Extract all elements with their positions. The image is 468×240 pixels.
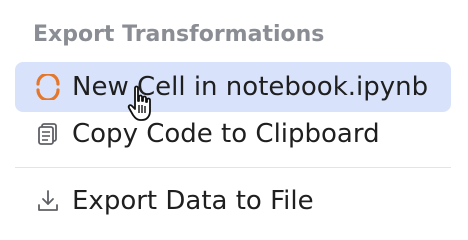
menu-item-label: Export Data to File bbox=[72, 186, 314, 216]
export-transformations-menu: Export Transformations New Cell in noteb… bbox=[0, 0, 468, 240]
hand-pointer-cursor-icon bbox=[126, 84, 160, 124]
menu-item-export-data[interactable]: Export Data to File bbox=[15, 176, 451, 226]
menu-item-new-cell[interactable]: New Cell in notebook.ipynb bbox=[15, 62, 451, 112]
download-icon bbox=[33, 186, 63, 216]
menu-divider bbox=[15, 167, 451, 168]
jupyter-icon bbox=[33, 72, 63, 102]
copy-icon bbox=[33, 119, 63, 149]
menu-item-copy-code[interactable]: Copy Code to Clipboard bbox=[15, 109, 451, 159]
section-header: Export Transformations bbox=[33, 22, 325, 47]
menu-item-label: Copy Code to Clipboard bbox=[72, 119, 380, 149]
